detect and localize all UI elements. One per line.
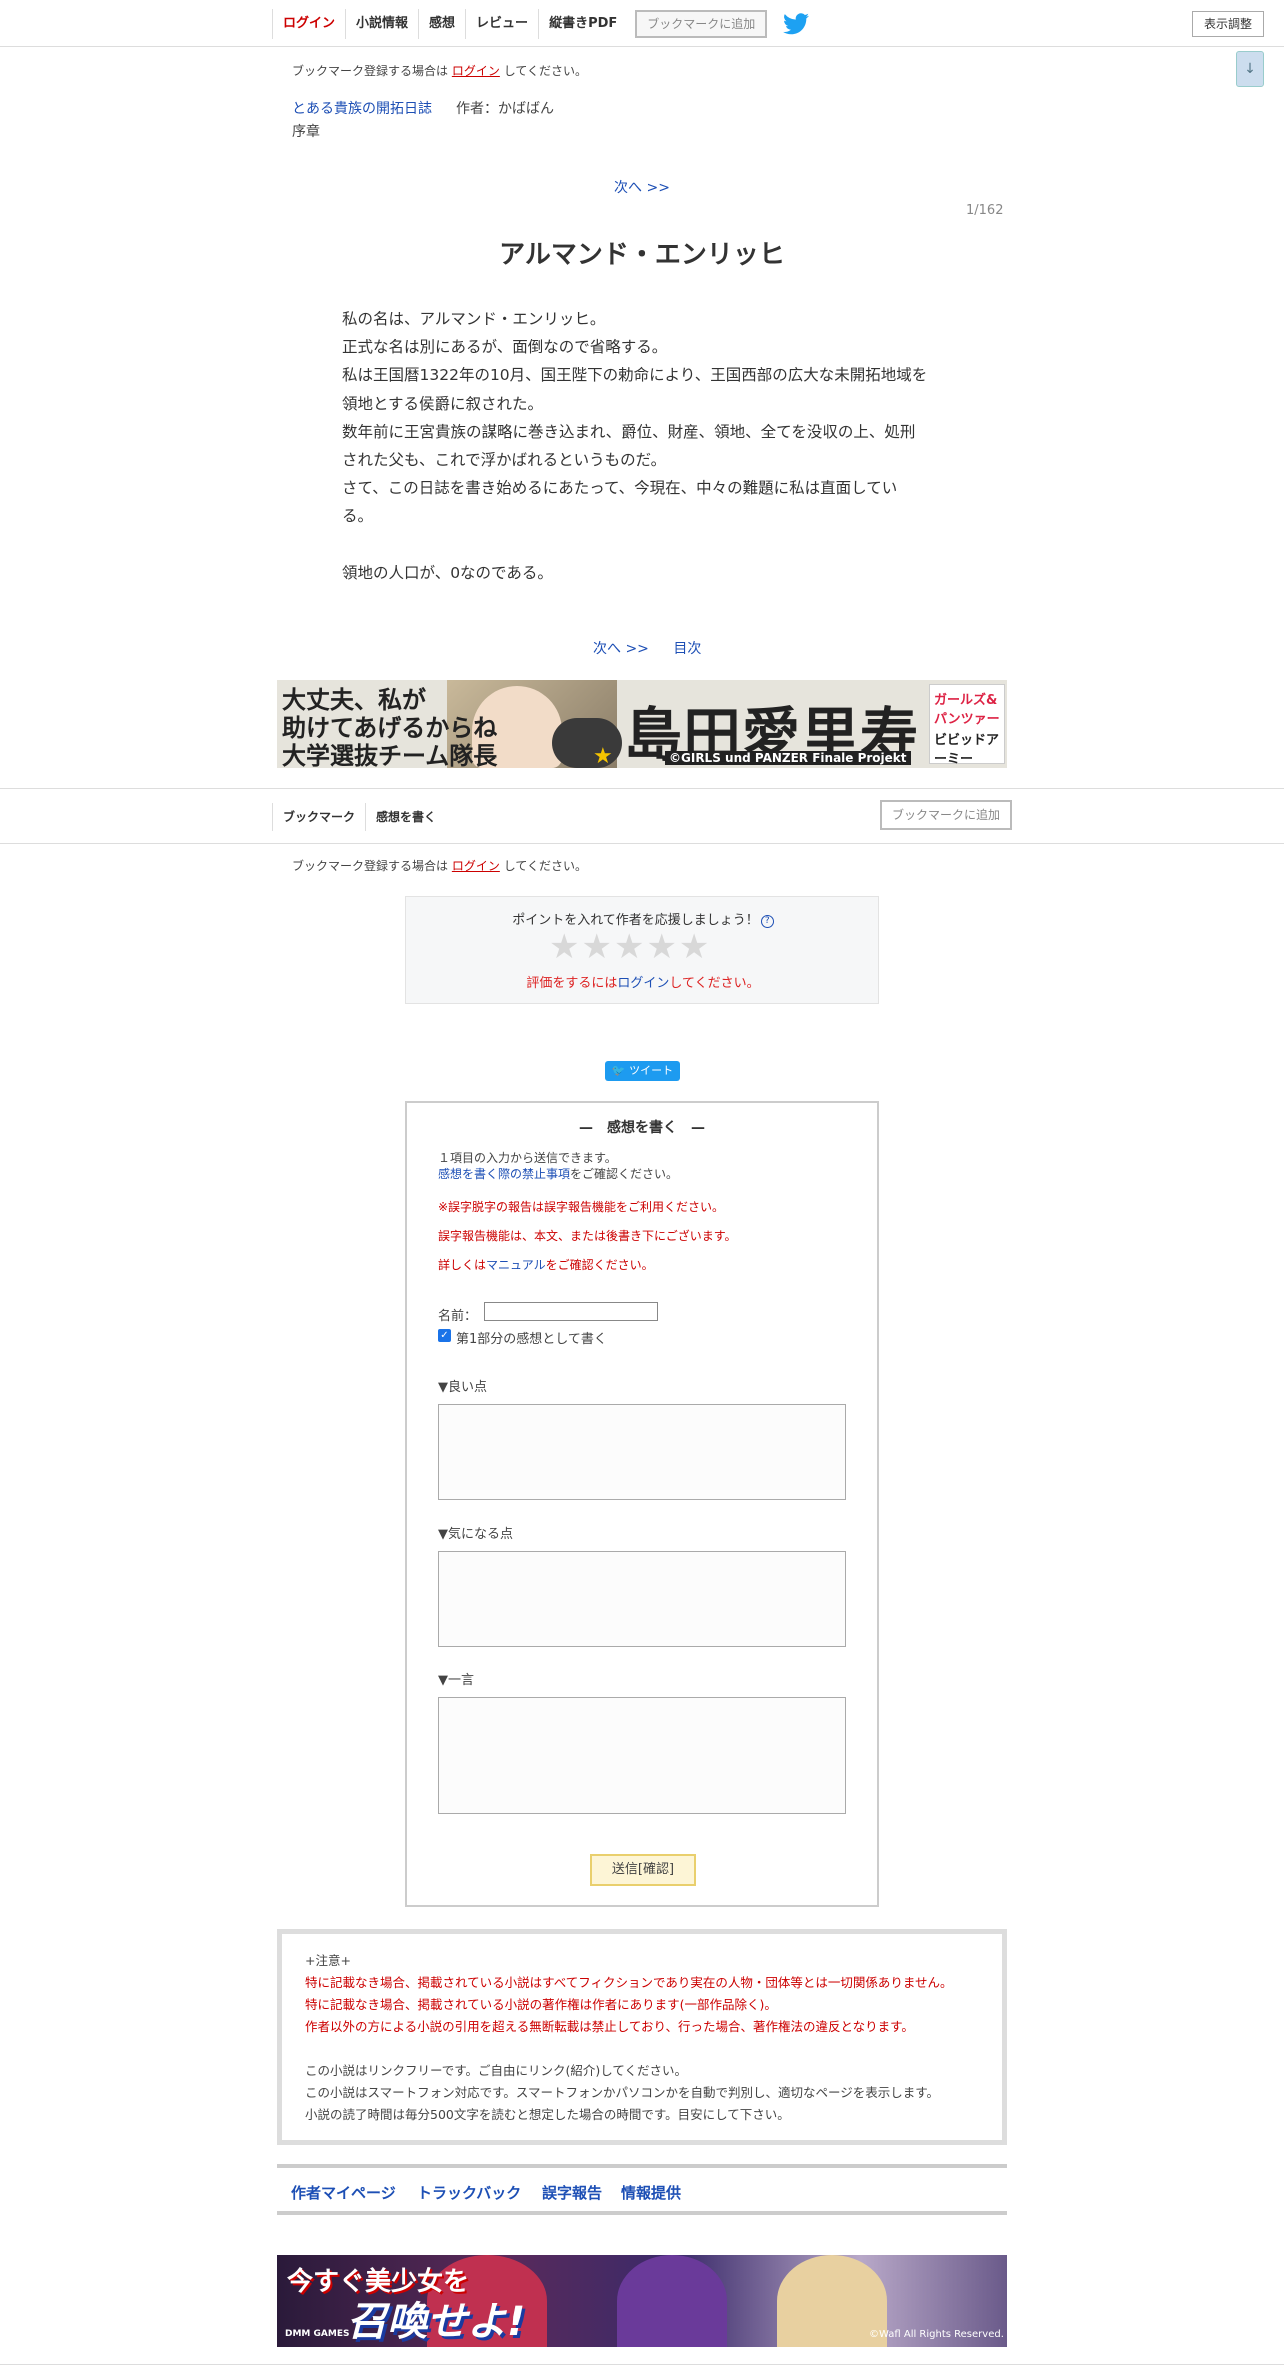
- typo-notice-1: ※誤字脱字の報告は誤字報告機能をご利用ください。: [438, 1200, 725, 1214]
- rules-link[interactable]: 感想を書く際の禁止事項: [438, 1167, 570, 1181]
- banner-copyright: ©GIRLS und PANZER Finale Projekt: [665, 751, 911, 765]
- body-line: [342, 531, 942, 559]
- trackback-link[interactable]: トラックバック: [417, 2182, 521, 2203]
- bookmark-link[interactable]: ブックマーク: [272, 803, 365, 831]
- author-name: 作者：かばばん: [456, 101, 554, 117]
- star-icon: ★: [593, 744, 613, 768]
- chapter-title: 序章: [292, 124, 320, 140]
- impressions-link[interactable]: 感想: [418, 9, 465, 39]
- next-link-top[interactable]: 次へ >>: [614, 180, 670, 196]
- novel-body: 私の名は、アルマンド・エンリッヒ。 正式な名は別にあるが、面倒なので省略する。 …: [342, 305, 942, 587]
- notice-line: 小説の読了時間は毎分500文字を読むと想定した場合の時間です。目安にして下さい。: [305, 2107, 790, 2122]
- tweet-button[interactable]: 🐦 ツイート: [605, 1061, 680, 1081]
- secondary-nav-links: ブックマーク 感想を書く: [272, 803, 446, 831]
- ad-banner-summon[interactable]: 今すぐ美少女を 召喚せよ! DMM GAMES ©Wafl All Rights…: [277, 2255, 1007, 2347]
- body-line: 私の名は、アルマンド・エンリッヒ。: [342, 310, 606, 328]
- episode-title: アルマンド・エンリッヒ: [499, 240, 785, 270]
- ad-banner-girls-und-panzer[interactable]: ★ 大丈夫、私が 助けてあげるからね 大学選抜チーム隊長 島田愛里寿 ©GIRL…: [277, 680, 1007, 768]
- review-link[interactable]: レビュー: [465, 9, 538, 39]
- rating-login-notice: 評価をするにはログインしてください。: [526, 976, 760, 991]
- body-line: 正式な名は別にあるが、面倒なので省略する。: [342, 338, 668, 357]
- bookmark-add-button[interactable]: ブックマークに追加: [635, 10, 768, 38]
- body-line: る。: [342, 507, 374, 526]
- page-bottom-divider: [0, 2364, 1284, 2365]
- good-label: ▼良い点: [438, 1380, 487, 1395]
- concern-label: ▼気になる点: [438, 1527, 513, 1542]
- body-line: 領地とする侯爵に叙された。: [342, 394, 544, 413]
- banner-headline: 召喚せよ!: [347, 2299, 526, 2345]
- banner-catchphrase: 大丈夫、私が 助けてあげるからね 大学選抜チーム隊長: [282, 686, 498, 768]
- notice-line: 作者以外の方による小説の引用を超える無断転載は禁止しており、行った場合、著作権法…: [305, 2019, 914, 2034]
- body-line: さて、この日誌を書き始めるにあたって、今現在、中々の難題に私は直面してい: [342, 479, 898, 498]
- dmm-logo: DMM GAMES: [285, 2329, 350, 2339]
- scroll-down-button[interactable]: ↓: [1236, 51, 1264, 87]
- bookmark-login-notice-secondary: ブックマーク登録する場合は ログイン してください。: [292, 859, 587, 873]
- twitter-icon[interactable]: [783, 13, 810, 35]
- submit-button[interactable]: 送信[確認]: [590, 1854, 696, 1886]
- oneword-label: ▼一言: [438, 1673, 474, 1688]
- name-label: 名前：: [438, 1309, 478, 1324]
- impression-form: — 感想を書く — １項目の入力から送信できます。 感想を書く際の禁止事項をご確…: [405, 1101, 879, 1907]
- banner-character-image: [617, 2255, 727, 2347]
- next-page-top: 次へ >>: [0, 177, 1284, 197]
- bookmark-login-link-secondary[interactable]: ログイン: [452, 859, 500, 873]
- manual-link[interactable]: マニュアル: [486, 1258, 546, 1272]
- bookmark-login-link[interactable]: ログイン: [452, 64, 500, 78]
- rating-box: ポイントを入れて作者を応援しましょう！? ★★★★★ 評価をするにはログインして…: [405, 896, 879, 1004]
- typo-notice-3: 詳しくはマニュアルをご確認ください。: [438, 1258, 654, 1272]
- nav-links: ログイン 小説情報 感想 レビュー 縦書きPDF ブックマークに追加: [272, 9, 810, 39]
- name-input[interactable]: [484, 1302, 658, 1321]
- secondary-nav: ブックマーク 感想を書く: [0, 788, 1284, 844]
- part-checkbox[interactable]: ✓: [438, 1329, 451, 1342]
- checkbox-label: 第1部分の感想として書く: [456, 1332, 607, 1347]
- typo-report-link[interactable]: 誤字報告: [542, 2182, 602, 2203]
- notice-line: 特に記載なき場合、掲載されている小説はすべてフィクションであり実在の人物・団体等…: [305, 1975, 953, 1990]
- concern-textarea[interactable]: [438, 1551, 846, 1647]
- author-page-link[interactable]: 作者マイページ: [291, 2182, 396, 2203]
- rating-title: ポイントを入れて作者を応援しましょう！?: [406, 909, 880, 928]
- form-info: １項目の入力から送信できます。: [438, 1151, 617, 1165]
- page-number: 1/162: [966, 203, 1004, 218]
- notice-line: この小説はスマートフォン対応です。スマートフォンかパソコンかを自動で判別し、適切…: [305, 2085, 940, 2100]
- login-link[interactable]: ログイン: [272, 9, 345, 39]
- help-icon[interactable]: ?: [760, 915, 774, 928]
- good-textarea[interactable]: [438, 1404, 846, 1500]
- novel-info-link[interactable]: 小説情報: [345, 9, 418, 39]
- write-impression-link[interactable]: 感想を書く: [365, 803, 446, 831]
- next-link-bottom[interactable]: 次へ >>: [593, 641, 649, 657]
- oneword-textarea[interactable]: [438, 1697, 846, 1814]
- notice-box: +注意+ 特に記載なき場合、掲載されている小説はすべてフィクションであり実在の人…: [277, 1929, 1007, 2145]
- notice-head: +注意+: [305, 1953, 351, 1968]
- bookmark-login-notice: ブックマーク登録する場合は ログイン してください。: [292, 64, 587, 78]
- typo-notice-2: 誤字報告機能は、本文、または後書き下にございます。: [438, 1229, 737, 1243]
- body-line: された父も、これで浮かばれるというものだ。: [342, 451, 667, 470]
- novel-title-link[interactable]: とある貴族の開拓日誌: [292, 98, 432, 118]
- rating-stars[interactable]: ★★★★★: [549, 927, 711, 967]
- vertical-pdf-link[interactable]: 縦書きPDF: [538, 9, 627, 39]
- banner-copyright: ©Wafl All Rights Reserved.: [869, 2329, 1004, 2340]
- body-line: 私は王国暦1322年の10月、国王陛下の勅命により、王国西部の広大な未開拓地域を: [342, 366, 928, 385]
- bottom-page-links: 次へ >> 目次: [593, 638, 721, 658]
- banner-logo: ガールズ&パンツァー ビビッドアーミー: [929, 684, 1005, 767]
- body-line: 領地の人口が、0なのである。: [342, 563, 553, 582]
- rating-login-link[interactable]: ログイン: [617, 976, 669, 991]
- notice-line: 特に記載なき場合、掲載されている小説の著作権は作者にあります(一部作品除く)。: [305, 1997, 777, 2012]
- info-link[interactable]: 情報提供: [621, 2182, 681, 2203]
- body-line: 数年前に王宮貴族の謀略に巻き込まれ、爵位、財産、領地、全てを没収の上、処刑: [342, 422, 916, 441]
- footer-links: 作者マイページ トラックバック 誤字報告 情報提供: [277, 2164, 1007, 2215]
- form-header: — 感想を書く —: [579, 1120, 705, 1136]
- notice-line: この小説はリンクフリーです。ご自由にリンク(紹介)してください。: [305, 2063, 688, 2078]
- bookmark-add-button-secondary[interactable]: ブックマークに追加: [880, 800, 1012, 830]
- toc-link[interactable]: 目次: [673, 641, 701, 657]
- form-rules: 感想を書く際の禁止事項をご確認ください。: [438, 1167, 679, 1181]
- top-nav: ログイン 小説情報 感想 レビュー 縦書きPDF ブックマークに追加 表示調整: [0, 0, 1284, 47]
- twitter-bird-icon: 🐦: [611, 1064, 626, 1077]
- display-adjust-button[interactable]: 表示調整: [1192, 11, 1264, 37]
